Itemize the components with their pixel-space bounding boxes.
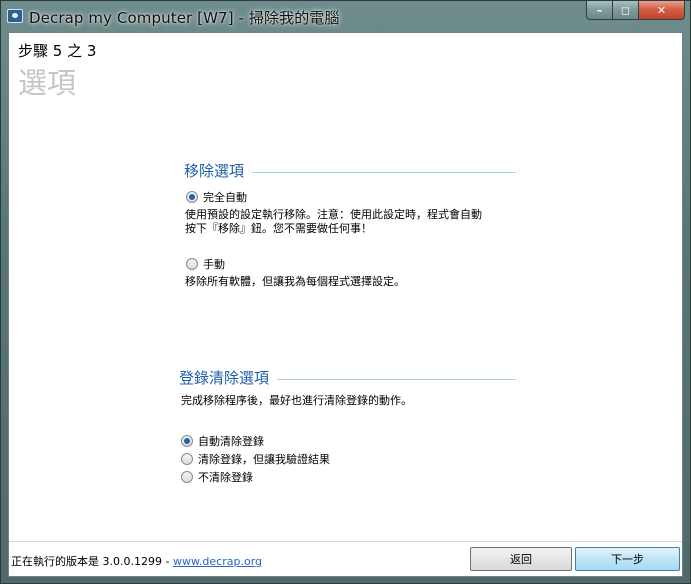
radio-option-auto-clean[interactable]: 自動清除登錄 [181,433,264,449]
radio-option-verify-clean[interactable]: 清除登錄，但讓我驗證結果 [181,451,330,467]
removal-section-title: 移除選項 [184,162,245,180]
page-title: 選項 [18,66,77,100]
maximize-button[interactable]: ◻ [613,1,639,20]
wizard-panel: 步驟 5 之 3 選項 移除選項 完全自動 使用預設的設定執行移除。注意：使用此… [8,32,683,577]
window-title: Decrap my Computer [W7] - 掃除我的電腦 [29,9,340,27]
radio-label-auto: 完全自動 [203,191,247,204]
radio-button-manual[interactable] [186,258,198,270]
auto-description-line-2: 按下『移除』鈕。您不需要做任何事！ [185,222,372,235]
registry-section-title: 登錄清除選項 [179,369,270,387]
radio-button-verify-clean[interactable] [181,453,193,465]
next-button[interactable]: 下一步 [575,547,680,571]
title-bar[interactable]: Decrap my Computer [W7] - 掃除我的電腦 – ◻ ✕ [1,1,690,32]
radio-button-auto[interactable] [186,191,198,203]
removal-section-divider [252,172,516,173]
app-icon[interactable] [7,9,23,23]
registry-description: 完成移除程序後，最好也進行清除登錄的動作。 [181,394,412,407]
radio-option-auto[interactable]: 完全自動 [186,189,247,205]
footer-divider [9,541,682,542]
radio-option-no-clean[interactable]: 不清除登錄 [181,469,253,485]
manual-description-line-1: 移除所有軟體，但讓我為每個程式選擇設定。 [185,275,405,288]
version-info: 正在執行的版本是 3.0.0.1299 - www.decrap.org [11,553,262,569]
minimize-button[interactable]: – [586,1,613,20]
website-link[interactable]: www.decrap.org [173,555,262,568]
radio-option-manual[interactable]: 手動 [186,256,225,272]
radio-label-verify-clean: 清除登錄，但讓我驗證結果 [198,453,330,466]
close-button[interactable]: ✕ [639,1,685,20]
version-text: 正在執行的版本是 3.0.0.1299 - [11,555,173,568]
radio-button-no-clean[interactable] [181,471,193,483]
close-icon: ✕ [656,3,667,17]
minimize-icon: – [596,3,603,17]
manual-description: 移除所有軟體，但讓我為每個程式選擇設定。 [185,275,405,289]
back-button[interactable]: 返回 [470,547,572,571]
radio-label-manual: 手動 [203,258,225,271]
radio-label-no-clean: 不清除登錄 [198,471,253,484]
auto-description-line-1: 使用預設的設定執行移除。注意：使用此設定時，程式會自動 [185,208,482,221]
step-indicator: 步驟 5 之 3 [18,42,97,60]
radio-label-auto-clean: 自動清除登錄 [198,435,264,448]
window-controls: – ◻ ✕ [586,1,685,21]
radio-button-auto-clean[interactable] [181,435,193,447]
maximize-icon: ◻ [620,3,631,17]
registry-section-divider [277,379,516,380]
app-window: Decrap my Computer [W7] - 掃除我的電腦 – ◻ ✕ 步… [0,0,691,584]
auto-description: 使用預設的設定執行移除。注意：使用此設定時，程式會自動 按下『移除』鈕。您不需要… [185,208,482,236]
